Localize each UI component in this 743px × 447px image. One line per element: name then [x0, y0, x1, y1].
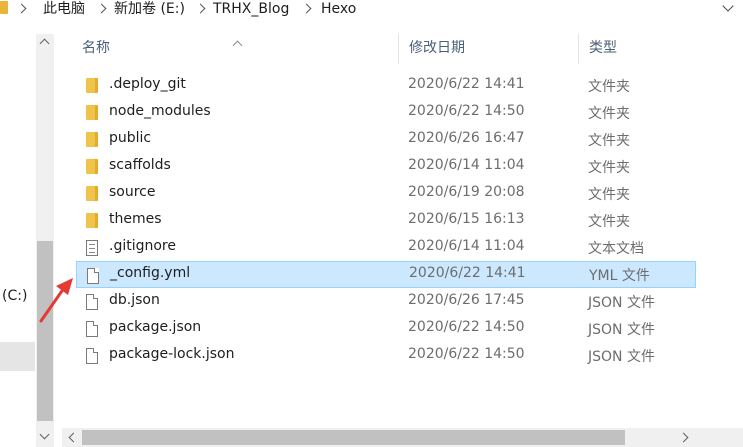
- scrollbar-thumb[interactable]: [37, 241, 53, 421]
- folder-icon: [86, 159, 98, 174]
- text-file-icon: [86, 240, 98, 256]
- file-row[interactable]: scaffolds 2020/6/14 11:04 文件夹: [76, 153, 696, 180]
- file-date: 2020/6/26 17:45: [408, 292, 525, 308]
- column-header-date[interactable]: 修改日期: [398, 34, 578, 64]
- scroll-down-arrow-icon[interactable]: [39, 429, 50, 440]
- file-row[interactable]: .deploy_git 2020/6/22 14:41 文件夹: [76, 72, 696, 99]
- file-row[interactable]: public 2020/6/26 16:47 文件夹: [76, 126, 696, 153]
- file-name: scaffolds: [109, 157, 171, 173]
- file-type: 文件夹: [588, 133, 630, 149]
- annotation-arrow-icon: [39, 278, 73, 323]
- horizontal-scrollbar[interactable]: [62, 428, 743, 447]
- file-type: JSON 文件: [588, 349, 655, 365]
- file-date: 2020/6/19 20:08: [408, 184, 525, 200]
- file-type: 文本文档: [588, 241, 644, 257]
- file-row[interactable]: .gitignore 2020/6/14 11:04 文本文档: [76, 234, 696, 261]
- nav-item-highlight[interactable]: [0, 342, 35, 371]
- scroll-left-arrow-icon[interactable]: [68, 432, 79, 443]
- folder-icon: [0, 1, 8, 14]
- file-type: YML 文件: [589, 268, 650, 284]
- breadcrumb-item[interactable]: 此电脑: [43, 0, 85, 18]
- folder-icon: [86, 186, 98, 201]
- file-row[interactable]: package.json 2020/6/22 14:50 JSON 文件: [76, 315, 696, 342]
- file-row[interactable]: source 2020/6/19 20:08 文件夹: [76, 180, 696, 207]
- file-name: db.json: [109, 292, 160, 308]
- folder-icon: [86, 105, 98, 120]
- column-header-name[interactable]: 名称: [72, 34, 402, 64]
- file-name: themes: [109, 211, 162, 227]
- file-name: node_modules: [109, 103, 211, 119]
- file-icon: [86, 294, 98, 310]
- file-date: 2020/6/14 11:04: [408, 238, 525, 254]
- column-header-type[interactable]: 类型: [578, 34, 743, 64]
- file-list: 名称 修改日期 类型 .deploy_git 2020/6/22 14:41 文…: [62, 20, 743, 428]
- chevron-right-icon[interactable]: [301, 3, 312, 14]
- nav-item-drive-c[interactable]: (C:): [2, 288, 27, 304]
- chevron-right-icon[interactable]: [96, 3, 107, 14]
- address-bar[interactable]: 此电脑 新加卷 (E:) TRHX_Blog Hexo: [0, 0, 743, 20]
- file-row[interactable]: package-lock.json 2020/6/22 14:50 JSON 文…: [76, 342, 696, 369]
- file-name: .gitignore: [109, 238, 176, 254]
- file-date: 2020/6/14 11:04: [408, 157, 525, 173]
- file-date: 2020/6/22 14:50: [408, 103, 525, 119]
- file-name: public: [109, 130, 152, 146]
- file-name: .deploy_git: [109, 76, 186, 92]
- breadcrumb-item[interactable]: TRHX_Blog: [213, 0, 289, 18]
- file-type: JSON 文件: [588, 322, 655, 338]
- file-date: 2020/6/15 16:13: [408, 211, 525, 227]
- file-row[interactable]: themes 2020/6/15 16:13 文件夹: [76, 207, 696, 234]
- file-type: 文件夹: [588, 160, 630, 176]
- file-date: 2020/6/22 14:50: [408, 346, 525, 362]
- file-name: package-lock.json: [109, 346, 235, 362]
- file-date: 2020/6/26 16:47: [408, 130, 525, 146]
- file-type: 文件夹: [588, 79, 630, 95]
- file-name: package.json: [109, 319, 202, 335]
- file-type: 文件夹: [588, 187, 630, 203]
- file-row[interactable]: db.json 2020/6/26 17:45 JSON 文件: [76, 288, 696, 315]
- folder-icon: [86, 78, 98, 93]
- file-row[interactable]: node_modules 2020/6/22 14:50 文件夹: [76, 99, 696, 126]
- file-icon: [86, 348, 98, 364]
- chevron-down-icon[interactable]: [722, 0, 734, 12]
- breadcrumb-item[interactable]: Hexo: [321, 0, 356, 18]
- scrollbar-thumb[interactable]: [82, 430, 625, 445]
- chevron-right-icon[interactable]: [16, 3, 27, 14]
- column-header-row: 名称 修改日期 类型: [62, 34, 743, 64]
- file-icon: [86, 321, 98, 337]
- file-name: _config.yml: [110, 265, 191, 281]
- file-date: 2020/6/22 14:50: [408, 319, 525, 335]
- nav-vertical-scrollbar[interactable]: [36, 34, 54, 447]
- breadcrumb-item[interactable]: 新加卷 (E:): [114, 0, 185, 18]
- folder-icon: [86, 213, 98, 228]
- file-date: 2020/6/22 14:41: [409, 265, 526, 281]
- file-type: 文件夹: [588, 106, 630, 122]
- scroll-up-arrow-icon[interactable]: [39, 38, 50, 49]
- file-icon: [87, 268, 99, 284]
- file-row-selected[interactable]: _config.yml 2020/6/22 14:41 YML 文件: [76, 261, 696, 288]
- file-type: JSON 文件: [588, 295, 655, 311]
- file-name: source: [109, 184, 156, 200]
- file-date: 2020/6/22 14:41: [408, 76, 525, 92]
- folder-icon: [86, 132, 98, 147]
- file-type: 文件夹: [588, 214, 630, 230]
- scroll-right-arrow-icon[interactable]: [678, 432, 689, 443]
- chevron-right-icon[interactable]: [195, 3, 206, 14]
